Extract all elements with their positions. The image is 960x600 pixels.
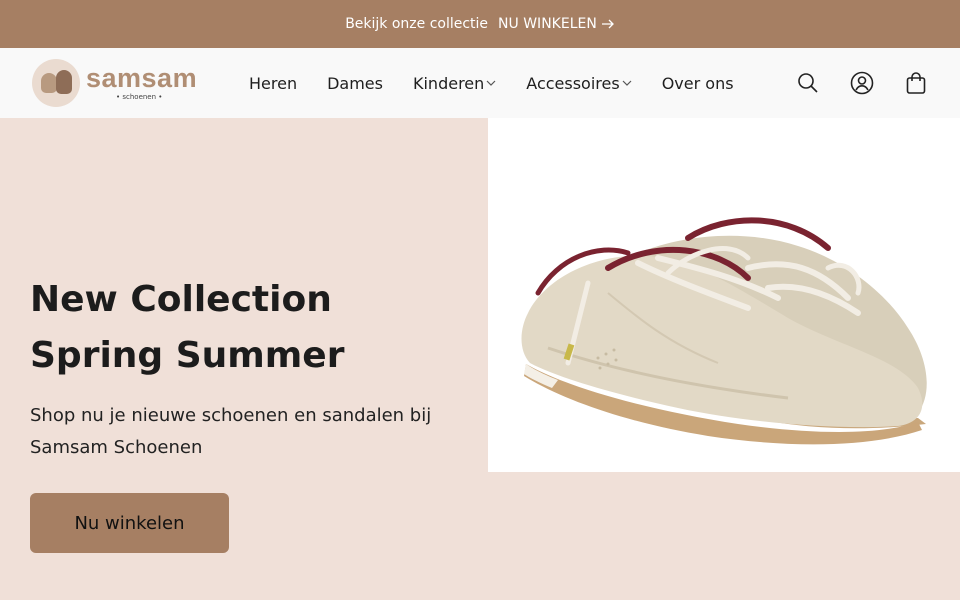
hero-bottom-panel	[488, 472, 960, 600]
announcement-bar: Bekijk onze collectie NU WINKELEN	[0, 0, 960, 48]
sneaker-illustration	[521, 217, 927, 445]
shopping-bag-icon[interactable]	[904, 71, 928, 95]
hero-section: New Collection Spring Summer Shop nu je …	[0, 118, 488, 600]
nav-item-dames[interactable]: Dames	[327, 74, 383, 93]
nav-item-heren[interactable]: Heren	[249, 74, 297, 93]
hero-subtitle: Shop nu je nieuwe schoenen en sandalen b…	[30, 405, 432, 458]
nav-label: Accessoires	[526, 73, 620, 93]
account-icon[interactable]	[850, 71, 874, 95]
nav-label: Dames	[327, 73, 383, 93]
chevron-down-icon	[622, 80, 632, 86]
logo-name: samsam	[86, 63, 198, 93]
nav-item-over-ons[interactable]: Over ons	[662, 74, 734, 93]
hero-sneaker-image	[488, 118, 960, 472]
hero-title: New Collection Spring Summer	[30, 272, 450, 384]
shop-now-label: Nu winkelen	[74, 512, 185, 534]
shop-now-button[interactable]: Nu winkelen	[30, 493, 229, 553]
logo-bears-icon	[32, 59, 80, 107]
hero-title-line1: New Collection	[30, 279, 332, 320]
announcement-shop-link[interactable]: NU WINKELEN	[498, 16, 615, 32]
announcement-text: Bekijk onze collectie	[345, 16, 489, 32]
header-actions	[796, 48, 928, 118]
announcement-link-label: NU WINKELEN	[498, 16, 597, 32]
nav-item-accessoires[interactable]: Accessoires	[526, 73, 632, 93]
main-nav: Heren Dames Kinderen Accessoires Over on…	[249, 48, 734, 118]
logo[interactable]: samsam • schoenen •	[32, 58, 202, 108]
nav-item-kinderen[interactable]: Kinderen	[413, 74, 496, 93]
site-header: samsam • schoenen • Heren Dames Kinderen…	[0, 48, 960, 118]
nav-label: Kinderen	[412, 73, 485, 93]
logo-subtitle: • schoenen •	[116, 93, 163, 101]
nav-label: Over ons	[661, 73, 734, 93]
nav-label: Heren	[249, 73, 298, 93]
search-icon[interactable]	[796, 71, 820, 95]
chevron-down-icon	[486, 80, 496, 86]
hero-title-line2: Spring Summer	[30, 335, 345, 376]
arrow-right-icon	[601, 19, 614, 29]
